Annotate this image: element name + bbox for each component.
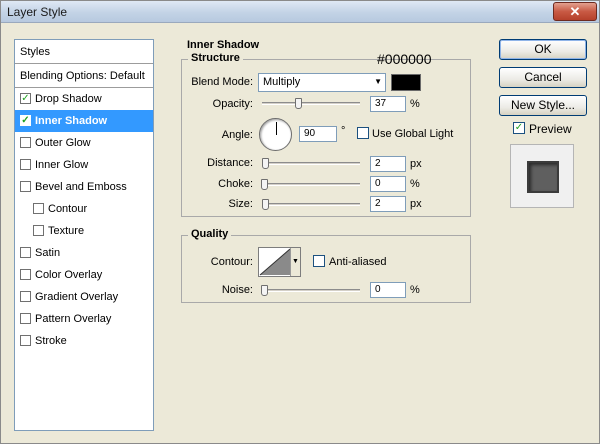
blend-mode-value: Multiply bbox=[263, 76, 301, 88]
contour-curve-icon bbox=[259, 248, 291, 276]
size-slider-thumb[interactable] bbox=[262, 199, 269, 210]
styles-header[interactable]: Styles bbox=[15, 40, 153, 64]
style-item-outer-glow[interactable]: Outer Glow bbox=[15, 132, 153, 154]
stroke-checkbox[interactable] bbox=[20, 335, 31, 346]
opacity-label: Opacity: bbox=[212, 98, 253, 110]
opacity-unit: % bbox=[410, 98, 420, 110]
blend-mode-label: Blend Mode: bbox=[191, 76, 253, 88]
cancel-button[interactable]: Cancel bbox=[499, 67, 587, 88]
contour-picker[interactable]: ▼ bbox=[258, 247, 301, 277]
contour-checkbox[interactable] bbox=[33, 203, 44, 214]
bevel-emboss-checkbox[interactable] bbox=[20, 181, 31, 192]
window-title: Layer Style bbox=[7, 5, 68, 19]
pattern-overlay-checkbox[interactable] bbox=[20, 313, 31, 324]
style-item-stroke[interactable]: Stroke bbox=[15, 330, 153, 352]
distance-slider-thumb[interactable] bbox=[262, 158, 269, 169]
quality-label: Quality bbox=[188, 228, 232, 240]
angle-dial[interactable] bbox=[259, 118, 292, 151]
choke-label: Choke: bbox=[218, 178, 253, 190]
color-overlay-checkbox[interactable] bbox=[20, 269, 31, 280]
opacity-slider-thumb[interactable] bbox=[295, 98, 302, 109]
noise-slider-thumb[interactable] bbox=[261, 285, 268, 296]
angle-unit: ° bbox=[341, 125, 346, 137]
title-bar: Layer Style ✕ bbox=[1, 1, 599, 23]
outer-glow-checkbox[interactable] bbox=[20, 137, 31, 148]
style-item-pattern-overlay[interactable]: Pattern Overlay bbox=[15, 308, 153, 330]
opacity-slider[interactable] bbox=[262, 98, 360, 109]
styles-list: Styles Blending Options: Default ✓ Drop … bbox=[14, 39, 154, 431]
style-item-inner-glow[interactable]: Inner Glow bbox=[15, 154, 153, 176]
style-item-label: Texture bbox=[48, 225, 85, 237]
noise-slider[interactable] bbox=[261, 285, 360, 296]
style-item-inner-shadow[interactable]: ✓ Inner Shadow bbox=[15, 110, 153, 132]
noise-input[interactable]: 0 bbox=[370, 282, 406, 298]
gradient-overlay-checkbox[interactable] bbox=[20, 291, 31, 302]
style-item-contour[interactable]: Contour bbox=[15, 198, 153, 220]
angle-label: Angle: bbox=[221, 129, 253, 141]
size-unit: px bbox=[410, 198, 422, 210]
style-preview bbox=[510, 144, 574, 208]
preview-label: Preview bbox=[529, 122, 572, 136]
distance-label: Distance: bbox=[207, 157, 253, 169]
style-item-bevel-emboss[interactable]: Bevel and Emboss bbox=[15, 176, 153, 198]
size-input[interactable]: 2 bbox=[370, 196, 406, 212]
style-item-label: Gradient Overlay bbox=[35, 291, 119, 303]
use-global-light-checkbox[interactable] bbox=[357, 127, 369, 139]
noise-label: Noise: bbox=[221, 284, 253, 296]
style-item-gradient-overlay[interactable]: Gradient Overlay bbox=[15, 286, 153, 308]
choke-slider-thumb[interactable] bbox=[261, 179, 268, 190]
inner-shadow-checkbox[interactable]: ✓ bbox=[20, 115, 31, 126]
panel-title: Inner Shadow bbox=[187, 39, 260, 51]
style-item-satin[interactable]: Satin bbox=[15, 242, 153, 264]
color-hex-label: #000000 bbox=[377, 51, 432, 67]
contour-label: Contour: bbox=[210, 256, 253, 268]
style-item-label: Pattern Overlay bbox=[35, 313, 112, 325]
distance-input[interactable]: 2 bbox=[370, 156, 406, 172]
style-item-texture[interactable]: Texture bbox=[15, 220, 153, 242]
preview-thumbnail bbox=[527, 161, 559, 193]
shadow-color-swatch[interactable] bbox=[391, 74, 421, 91]
style-item-color-overlay[interactable]: Color Overlay bbox=[15, 264, 153, 286]
structure-label: Structure bbox=[188, 52, 243, 64]
satin-checkbox[interactable] bbox=[20, 247, 31, 258]
layer-style-dialog: Layer Style ✕ Styles Blending Options: D… bbox=[0, 0, 600, 444]
new-style-button[interactable]: New Style... bbox=[499, 95, 587, 116]
style-item-label: Contour bbox=[48, 203, 88, 215]
preview-checkbox[interactable]: ✓ bbox=[513, 122, 525, 134]
distance-slider[interactable] bbox=[262, 158, 360, 169]
style-item-drop-shadow[interactable]: ✓ Drop Shadow bbox=[15, 88, 153, 110]
distance-unit: px bbox=[410, 158, 422, 170]
drop-shadow-checkbox[interactable]: ✓ bbox=[20, 93, 31, 104]
chevron-down-icon[interactable]: ▼ bbox=[290, 248, 300, 276]
style-item-label: Satin bbox=[35, 247, 61, 259]
style-item-label: Outer Glow bbox=[35, 137, 91, 149]
size-slider[interactable] bbox=[262, 199, 360, 210]
anti-aliased-label: Anti-aliased bbox=[329, 256, 387, 268]
blend-mode-select[interactable]: Multiply ▼ bbox=[258, 73, 386, 92]
choke-input[interactable]: 0 bbox=[370, 176, 406, 192]
angle-input[interactable]: 90 bbox=[299, 126, 337, 142]
blending-options-item[interactable]: Blending Options: Default bbox=[15, 64, 153, 88]
opacity-input[interactable]: 37 bbox=[370, 96, 406, 112]
style-item-label: Inner Shadow bbox=[35, 115, 108, 127]
use-global-light-label: Use Global Light bbox=[372, 128, 454, 140]
ok-button[interactable]: OK bbox=[499, 39, 587, 60]
noise-unit: % bbox=[410, 284, 420, 296]
close-button[interactable]: ✕ bbox=[553, 2, 597, 21]
size-label: Size: bbox=[228, 198, 253, 210]
style-item-label: Stroke bbox=[35, 335, 67, 347]
chevron-down-icon: ▼ bbox=[374, 77, 382, 86]
style-item-label: Bevel and Emboss bbox=[35, 181, 127, 193]
texture-checkbox[interactable] bbox=[33, 225, 44, 236]
style-item-label: Inner Glow bbox=[35, 159, 89, 171]
choke-slider[interactable] bbox=[261, 179, 360, 190]
style-item-label: Color Overlay bbox=[35, 269, 103, 281]
inner-glow-checkbox[interactable] bbox=[20, 159, 31, 170]
choke-unit: % bbox=[410, 178, 420, 190]
anti-aliased-checkbox[interactable] bbox=[313, 255, 325, 267]
angle-dial-hand bbox=[276, 122, 277, 135]
style-item-label: Drop Shadow bbox=[35, 93, 102, 105]
